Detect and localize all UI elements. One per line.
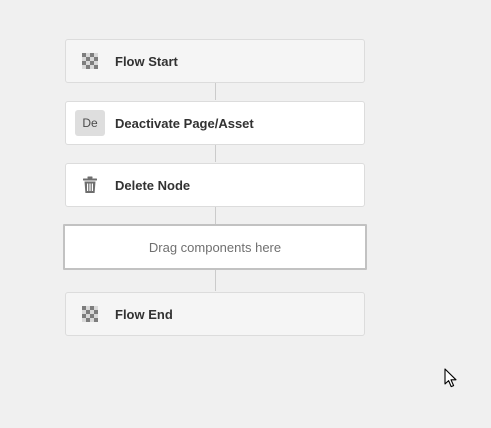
step-label: Flow End — [115, 306, 173, 322]
mouse-cursor-icon — [444, 368, 457, 388]
flow-end-step[interactable]: Flow End — [65, 292, 365, 336]
deactivate-badge-text: De — [75, 110, 105, 136]
connector-line — [215, 145, 216, 162]
step-label: Deactivate Page/Asset — [115, 115, 254, 131]
workflow-canvas: Flow Start De Deactivate Page/Asset Dele… — [0, 0, 491, 428]
connector-line — [215, 207, 216, 224]
checkerboard-icon — [75, 301, 105, 327]
trash-icon — [75, 172, 105, 198]
drag-components-dropzone[interactable]: Drag components here — [63, 224, 367, 270]
connector-line — [215, 83, 216, 100]
deactivate-badge-icon: De — [75, 110, 105, 136]
connector-line — [215, 270, 216, 291]
step-label: Delete Node — [115, 177, 191, 193]
step-label: Flow Start — [115, 53, 178, 69]
checkerboard-icon — [75, 48, 105, 74]
dropzone-hint: Drag components here — [148, 239, 282, 255]
deactivate-page-asset-step[interactable]: De Deactivate Page/Asset — [65, 101, 365, 145]
flow-start-step[interactable]: Flow Start — [65, 39, 365, 83]
delete-node-step[interactable]: Delete Node — [65, 163, 365, 207]
